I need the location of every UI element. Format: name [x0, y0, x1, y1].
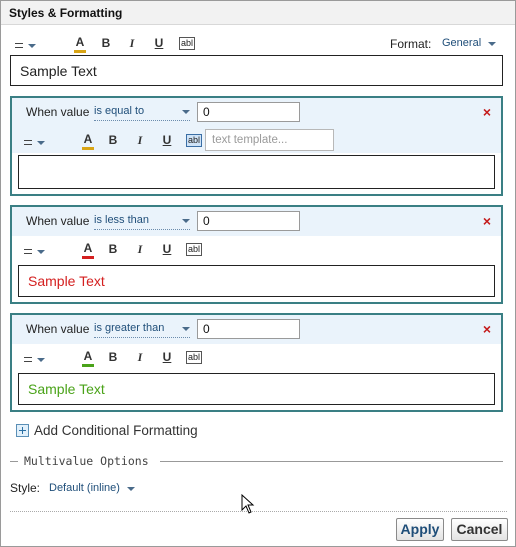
alignment-dropdown[interactable] [24, 243, 48, 257]
bold-button[interactable]: B [104, 240, 122, 258]
chevron-down-icon [182, 110, 190, 114]
bold-button[interactable]: B [104, 131, 122, 149]
operator-select[interactable]: is less than [94, 214, 190, 230]
chevron-down-icon [488, 42, 496, 46]
multivalue-options-fieldset: Multivalue Options [10, 454, 503, 468]
bold-button[interactable]: B [97, 34, 115, 52]
font-color-button[interactable]: A [72, 35, 88, 53]
styles-formatting-dialog: Styles & Formatting A B I U abl Format: … [0, 0, 516, 547]
condition-block-less: When value is less than 0 × A B I U abl … [10, 205, 503, 304]
chevron-down-icon [182, 327, 190, 331]
format-select[interactable]: General [442, 37, 496, 52]
operator-value: is equal to [94, 105, 145, 117]
add-conditional-formatting-link[interactable]: Add Conditional Formatting [16, 421, 198, 439]
font-color-swatch [82, 147, 94, 150]
format-label: Format: [390, 37, 432, 51]
when-value-label: When value [26, 322, 90, 336]
condition-value-input[interactable]: 0 [197, 319, 300, 339]
font-color-label: A [83, 241, 93, 255]
font-color-label: A [83, 132, 93, 146]
align-lines-icon [24, 249, 32, 254]
style-label: Style: [10, 481, 41, 495]
font-color-label: A [75, 35, 85, 49]
remove-condition-button[interactable]: × [483, 321, 491, 337]
dialog-title: Styles & Formatting [9, 6, 123, 20]
alignment-dropdown[interactable] [24, 351, 48, 365]
default-sample-box: Sample Text [10, 55, 503, 86]
chevron-down-icon [37, 358, 45, 362]
condition-header: When value is greater than 0 × [12, 315, 501, 344]
apply-button[interactable]: Apply [396, 518, 444, 541]
alignment-dropdown[interactable] [24, 134, 48, 148]
chevron-down-icon [37, 250, 45, 254]
condition-toolbar: A B I U abl [12, 344, 501, 370]
operator-select[interactable]: is equal to [94, 105, 190, 121]
fieldset-divider [10, 461, 18, 462]
chevron-down-icon [182, 219, 190, 223]
chevron-down-icon [37, 141, 45, 145]
condition-toolbar: A B I U abl text template... [12, 127, 501, 153]
multivalue-legend: Multivalue Options [24, 454, 149, 468]
chevron-down-icon [127, 487, 135, 491]
when-value-label: When value [26, 214, 90, 228]
add-plus-icon [16, 423, 29, 437]
operator-select[interactable]: is greater than [94, 322, 190, 338]
chevron-down-icon [28, 44, 36, 48]
condition-sample-box: Sample Text [18, 373, 495, 405]
condition-toolbar: A B I U abl [12, 236, 501, 262]
align-lines-icon [24, 140, 32, 145]
condition-header: When value is less than 0 × [12, 207, 501, 236]
alignment-dropdown[interactable] [15, 37, 39, 51]
footer-divider [10, 511, 507, 512]
default-sample-text: Sample Text [20, 62, 97, 79]
format-value: General [442, 37, 482, 49]
add-conditional-label: Add Conditional Formatting [34, 422, 198, 438]
condition-header: When value is equal to 0 × [12, 98, 501, 127]
font-color-swatch [82, 256, 94, 259]
font-color-swatch [82, 364, 94, 367]
underline-button[interactable]: U [158, 131, 176, 149]
text-template-button[interactable]: abl [186, 134, 202, 147]
align-lines-icon [24, 357, 32, 362]
style-value: Default (inline) [49, 482, 120, 494]
cancel-button[interactable]: Cancel [451, 518, 508, 541]
condition-value-input[interactable]: 0 [197, 211, 300, 231]
font-color-button[interactable]: A [80, 349, 96, 367]
condition-sample-text: Sample Text [28, 381, 105, 397]
operator-value: is less than [94, 214, 150, 226]
operator-value: is greater than [94, 322, 165, 334]
underline-button[interactable]: U [150, 34, 168, 52]
fieldset-divider [160, 461, 503, 462]
text-template-input[interactable]: text template... [205, 129, 334, 151]
text-template-button[interactable]: abl [186, 243, 202, 256]
font-color-swatch [74, 50, 86, 53]
bold-button[interactable]: B [104, 348, 122, 366]
font-color-button[interactable]: A [80, 241, 96, 259]
font-color-button[interactable]: A [80, 132, 96, 150]
text-template-button[interactable]: abl [179, 37, 195, 50]
multivalue-style-select[interactable]: Default (inline) [49, 482, 135, 497]
condition-value-input[interactable]: 0 [197, 102, 300, 122]
italic-button[interactable]: I [131, 131, 149, 149]
align-lines-icon [15, 43, 23, 48]
title-bar: Styles & Formatting [1, 1, 515, 25]
condition-sample-box: Sample Text [18, 265, 495, 297]
remove-condition-button[interactable]: × [483, 213, 491, 229]
mouse-pointer-icon [241, 494, 255, 514]
condition-block-greater: When value is greater than 0 × A B I U a… [10, 313, 503, 412]
condition-sample-text: Sample Text [28, 273, 105, 289]
underline-button[interactable]: U [158, 240, 176, 258]
remove-condition-button[interactable]: × [483, 104, 491, 120]
italic-button[interactable]: I [123, 34, 141, 52]
italic-button[interactable]: I [131, 240, 149, 258]
font-color-label: A [83, 349, 93, 363]
italic-button[interactable]: I [131, 348, 149, 366]
when-value-label: When value [26, 105, 90, 119]
text-template-button[interactable]: abl [186, 351, 202, 364]
condition-block-equal: When value is equal to 0 × A B I U abl t… [10, 96, 503, 196]
underline-button[interactable]: U [158, 348, 176, 366]
condition-sample-box [18, 155, 495, 189]
